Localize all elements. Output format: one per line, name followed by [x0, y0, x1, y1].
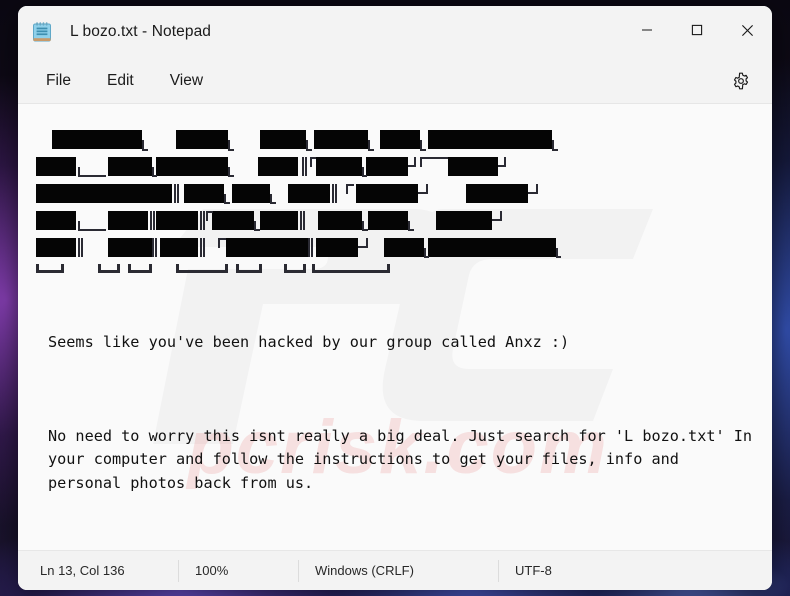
redacted-ascii-art: [36, 130, 762, 280]
window-title: L bozo.txt - Notepad: [70, 23, 212, 40]
maximize-button[interactable]: [672, 6, 722, 54]
status-zoom-level[interactable]: 100%: [178, 559, 298, 582]
close-button[interactable]: [722, 6, 772, 54]
status-cursor-position[interactable]: Ln 13, Col 136: [18, 560, 178, 582]
notepad-window: L bozo.txt - Notepad File Edit View pcri…: [18, 6, 772, 590]
menu-item-file[interactable]: File: [32, 66, 85, 96]
status-bar: Ln 13, Col 136 100% Windows (CRLF) UTF-8: [18, 550, 772, 590]
notepad-icon: [32, 21, 52, 43]
note-paragraph-1: Seems like you've been hacked by our gro…: [48, 333, 570, 351]
status-line-ending[interactable]: Windows (CRLF): [298, 559, 498, 582]
text-editor-area[interactable]: pcrisk.com Seems like you've been hacked…: [18, 104, 772, 550]
status-encoding[interactable]: UTF-8: [498, 559, 568, 582]
menu-item-view[interactable]: View: [156, 66, 217, 96]
note-body[interactable]: Seems like you've been hacked by our gro…: [28, 284, 762, 550]
gear-icon[interactable]: [726, 66, 756, 96]
note-paragraph-2: No need to worry this isnt really a big …: [48, 426, 762, 492]
menu-bar: File Edit View: [18, 58, 772, 104]
menu-item-edit[interactable]: Edit: [93, 66, 148, 96]
window-controls: [622, 6, 772, 58]
title-bar[interactable]: L bozo.txt - Notepad: [18, 6, 772, 58]
minimize-button[interactable]: [622, 6, 672, 54]
